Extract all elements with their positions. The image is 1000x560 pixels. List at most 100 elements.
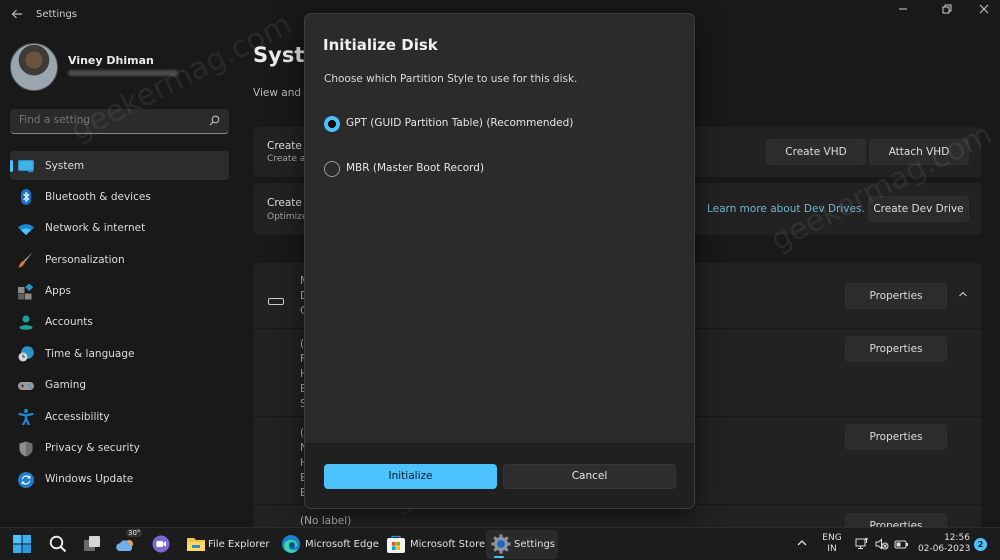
notification-badge[interactable]: 2 <box>974 538 987 551</box>
accessibility-icon <box>18 409 34 426</box>
sidebar-item-accessibility[interactable]: Accessibility <box>10 402 229 431</box>
dialog-title: Initialize Disk <box>323 36 438 54</box>
edge-icon <box>282 535 300 553</box>
sidebar-item-label: Network & internet <box>45 222 146 235</box>
shield-icon <box>19 441 33 457</box>
sidebar-item-apps[interactable]: Apps <box>10 277 229 306</box>
clock[interactable]: 12:56 02-06-2023 <box>918 533 970 555</box>
restore-icon <box>942 4 952 14</box>
active-app-indicator <box>494 556 504 558</box>
partition-info-text: (No label) <box>300 515 352 527</box>
search-box[interactable] <box>10 109 229 134</box>
sidebar-item-accounts[interactable]: Accounts <box>10 308 229 337</box>
settings-window: Settings Viney Dhiman System Bluetooth &… <box>0 0 1000 527</box>
taskbar-app-microsoft-edge[interactable]: Microsoft Edge <box>277 530 379 559</box>
taskbar: 30° File Explorer Microsoft Edge Microso… <box>0 527 1000 560</box>
sidebar-item-label: Apps <box>45 285 71 298</box>
sidebar-item-label: Bluetooth & devices <box>45 190 151 203</box>
task-view-icon[interactable] <box>82 534 102 554</box>
cancel-button[interactable]: Cancel <box>503 464 676 489</box>
gpt-radio-label[interactable]: GPT (GUID Partition Table) (Recommended) <box>346 117 573 129</box>
sidebar-item-label: Personalization <box>45 253 125 266</box>
create-dev-drive-button[interactable]: Create Dev Drive <box>868 196 969 222</box>
date: 02-06-2023 <box>918 544 971 554</box>
back-button[interactable] <box>8 8 26 24</box>
sidebar-item-system[interactable]: System <box>10 151 229 180</box>
partition-properties-button[interactable]: Properties <box>845 513 947 527</box>
speaker-muted-icon[interactable] <box>875 537 889 551</box>
windows-start-icon[interactable] <box>12 534 32 554</box>
drive-icon <box>268 298 284 305</box>
sidebar-item-label: Accounts <box>45 316 93 329</box>
wifi-icon <box>18 223 34 235</box>
sidebar-item-windows-update[interactable]: Windows Update <box>10 465 229 494</box>
chevron-up-icon <box>959 291 967 297</box>
restore-button[interactable] <box>932 2 962 20</box>
time: 12:56 <box>944 533 970 543</box>
search-icon <box>209 115 220 126</box>
gear-icon <box>491 534 511 554</box>
close-button[interactable] <box>969 2 999 20</box>
mbr-radio-label[interactable]: MBR (Master Boot Record) <box>346 162 484 174</box>
user-email-blurred <box>68 70 178 76</box>
person-icon <box>19 315 33 330</box>
partition-properties-button[interactable]: Properties <box>845 424 947 450</box>
network-ethernet-icon[interactable] <box>855 537 869 551</box>
taskbar-app-label: Microsoft Edge <box>305 539 379 550</box>
app-title: Settings <box>36 9 78 20</box>
initialize-disk-dialog: Initialize Disk Choose which Partition S… <box>304 13 695 509</box>
language-indicator[interactable]: ENG IN <box>820 533 844 555</box>
initialize-button[interactable]: Initialize <box>324 464 497 489</box>
dev-drive-card-subtitle: Optimize <box>267 212 308 222</box>
avatar <box>10 43 58 91</box>
globe-clock-icon <box>18 346 34 362</box>
gpt-radio[interactable] <box>324 116 340 132</box>
folder-icon <box>187 538 205 551</box>
update-sync-icon <box>18 471 34 488</box>
teams-chat-icon[interactable] <box>151 534 171 554</box>
page-description: View and n <box>253 87 312 99</box>
partition-properties-button[interactable]: Properties <box>845 336 947 362</box>
sidebar-item-network-internet[interactable]: Network & internet <box>10 214 229 243</box>
weather-cloud-icon[interactable] <box>116 534 136 554</box>
sidebar-item-label: Gaming <box>45 379 87 392</box>
dialog-description: Choose which Partition Style to use for … <box>324 73 578 85</box>
taskbar-app-label: File Explorer <box>208 539 270 550</box>
collapse-button[interactable] <box>956 289 970 303</box>
sidebar-item-label: Privacy & security <box>45 442 140 455</box>
taskbar-app-settings[interactable]: Settings <box>486 530 558 559</box>
weather-temperature: 30° <box>126 529 143 537</box>
close-icon <box>979 4 989 14</box>
search-icon[interactable] <box>48 534 68 554</box>
minimize-icon <box>899 8 907 10</box>
sidebar-item-time-language[interactable]: Time & language <box>10 339 229 368</box>
taskbar-app-file-explorer[interactable]: File Explorer <box>180 530 275 559</box>
bluetooth-icon <box>21 189 31 206</box>
user-name: Viney Dhiman <box>68 54 154 67</box>
minimize-button[interactable] <box>888 2 918 20</box>
sidebar-item-label: Time & language <box>45 347 135 360</box>
arrow-left-icon <box>11 9 22 19</box>
show-hidden-icons-chevron-up-icon[interactable] <box>795 536 809 550</box>
search-input[interactable] <box>19 114 199 126</box>
vhd-card-subtitle: Create ar <box>267 154 309 164</box>
language-code: ENG <box>822 533 842 543</box>
sidebar-item-gaming[interactable]: Gaming <box>10 371 229 400</box>
taskbar-app-label: Settings <box>514 539 556 550</box>
create-vhd-button[interactable]: Create VHD <box>766 139 866 165</box>
sidebar-item-bluetooth-devices[interactable]: Bluetooth & devices <box>10 182 229 211</box>
sidebar-item-personalization[interactable]: Personalization <box>10 245 229 274</box>
taskbar-app-label: Microsoft Store <box>410 539 486 550</box>
disk-properties-button[interactable]: Properties <box>845 283 947 309</box>
sidebar-item-label: Accessibility <box>45 410 110 423</box>
gamepad-icon <box>18 381 34 390</box>
learn-more-dev-drives-link[interactable]: Learn more about Dev Drives. <box>707 203 865 215</box>
sidebar-item-label: System <box>45 159 85 172</box>
sidebar-item-privacy-security[interactable]: Privacy & security <box>10 434 229 463</box>
attach-vhd-button[interactable]: Attach VHD <box>869 139 969 165</box>
mbr-radio[interactable] <box>324 161 340 177</box>
store-icon <box>387 535 405 553</box>
taskbar-app-microsoft-store[interactable]: Microsoft Store <box>382 530 486 559</box>
sidebar-item-label: Windows Update <box>45 473 134 486</box>
battery-icon[interactable] <box>894 537 909 551</box>
